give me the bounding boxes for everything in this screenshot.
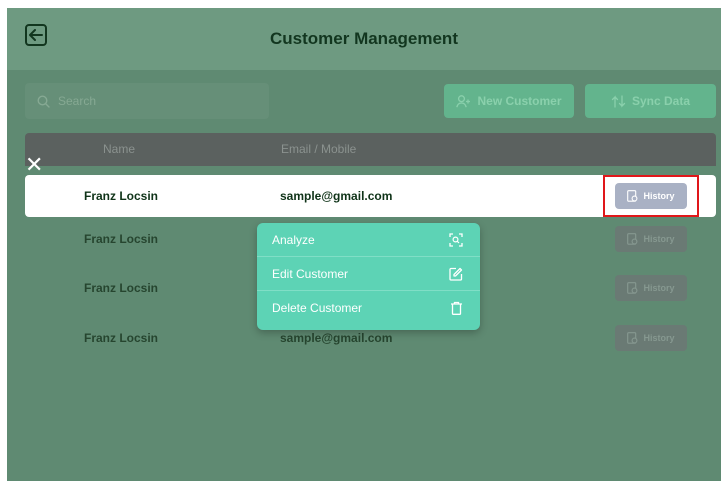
history-label: History — [643, 333, 675, 343]
search-placeholder: Search — [58, 94, 97, 108]
history-icon — [627, 190, 638, 202]
back-button[interactable] — [25, 24, 47, 46]
customer-name: Franz Locsin — [84, 232, 159, 246]
history-button[interactable]: History — [615, 226, 687, 252]
menu-item-analyze[interactable]: Analyze — [257, 223, 480, 257]
menu-item-delete-customer[interactable]: Delete Customer — [257, 291, 480, 325]
history-label: History — [643, 283, 675, 293]
app-screen: Customer Management Search New Customer … — [7, 8, 721, 481]
history-label: History — [643, 191, 675, 201]
back-arrow-icon — [29, 29, 43, 41]
sync-data-label: Sync Data — [631, 94, 691, 108]
history-label: History — [643, 234, 675, 244]
table-row[interactable]: Franz Locsin sample@gmail.com History — [25, 175, 716, 217]
new-customer-button[interactable]: New Customer — [444, 84, 574, 118]
history-icon — [627, 282, 638, 294]
app-header: Customer Management — [7, 8, 721, 70]
scan-icon — [449, 232, 463, 247]
sync-data-button[interactable]: Sync Data — [585, 84, 716, 118]
customer-name: Franz Locsin — [84, 281, 159, 295]
add-user-icon — [456, 94, 471, 107]
customer-email: sample@gmail.com — [280, 189, 393, 203]
history-button[interactable]: History — [615, 183, 687, 209]
column-header-name: Name — [103, 142, 136, 156]
close-icon[interactable]: ✕ — [25, 154, 43, 176]
column-header-email: Email / Mobile — [281, 142, 357, 156]
search-icon — [37, 94, 50, 108]
edit-icon — [449, 267, 463, 281]
menu-item-edit-customer[interactable]: Edit Customer — [257, 257, 480, 291]
context-menu: Analyze Edit Customer Delete Customer — [257, 223, 480, 330]
history-button[interactable]: History — [615, 275, 687, 301]
menu-item-label: Analyze — [272, 232, 315, 247]
history-button[interactable]: History — [615, 325, 687, 351]
page-title: Customer Management — [270, 29, 458, 48]
trash-icon — [451, 301, 462, 315]
menu-item-label: Delete Customer — [272, 301, 363, 315]
history-icon — [627, 233, 638, 245]
history-icon — [627, 332, 638, 344]
sync-icon — [611, 94, 626, 108]
new-customer-label: New Customer — [477, 94, 562, 108]
customer-name: Franz Locsin — [84, 331, 159, 345]
customer-name: Franz Locsin — [84, 189, 159, 203]
menu-item-label: Edit Customer — [272, 266, 349, 281]
table-header: Name Email / Mobile — [25, 133, 716, 166]
search-input[interactable]: Search — [25, 83, 269, 119]
highlight-box: History — [603, 175, 699, 217]
